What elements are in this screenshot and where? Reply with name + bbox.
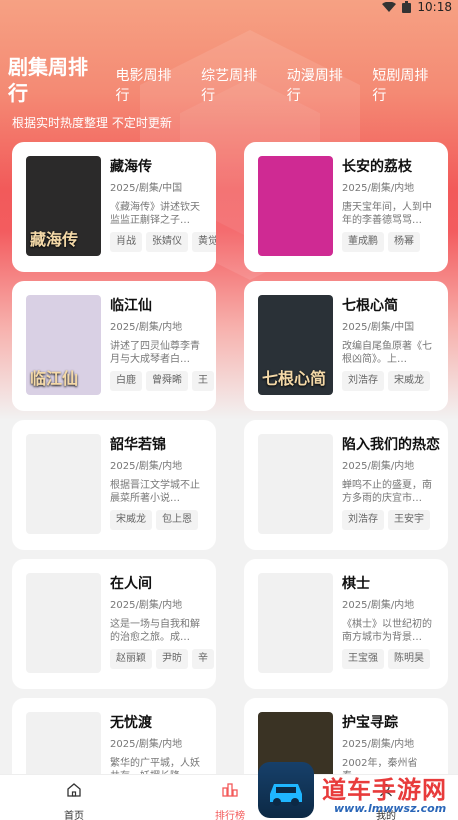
poster-title-text: 临江仙	[30, 369, 79, 388]
drama-description: 《棋士》以世纪初的南方城市为背景…	[342, 619, 432, 643]
cast-chip[interactable]: 刘浩存	[342, 510, 384, 530]
drama-meta: 2025/剧集/内地	[110, 739, 183, 750]
cast-chips: 白鹿 曾舜晞王	[110, 371, 216, 391]
drama-info: 陷入我们的热恋 2025/剧集/内地蝉鸣不止的盛夏，南方多雨的庆宜市… 刘浩存 王安宇	[342, 434, 448, 530]
cast-chip[interactable]: 王安宇	[388, 510, 430, 530]
cast-chip[interactable]: 尹昉	[156, 649, 188, 669]
drama-title: 无忧渡	[110, 715, 152, 731]
nav-item-home[interactable]: 首页	[34, 781, 114, 820]
drama-title: 七根心简	[342, 298, 398, 314]
drama-description: 根据晋江文学城不止晨菜所著小说…	[110, 480, 200, 504]
drama-poster	[258, 573, 333, 673]
cast-chip[interactable]: 宋威龙	[388, 371, 430, 391]
cast-chip[interactable]: 张婧仪	[146, 232, 188, 252]
cast-chip[interactable]: 曾舜晞	[146, 371, 188, 391]
cast-chips: 王宝强 陈明昊	[342, 649, 448, 669]
drama-meta: 2025/剧集/内地	[342, 739, 415, 750]
drama-info: 在人间 2025/剧集/内地这是一场与自我和解的治愈之旅。成… 赵丽颖 尹昉辛	[110, 573, 216, 669]
drama-description: 《藏海传》讲述钦天监监正蒯铎之子…	[110, 202, 200, 226]
cast-chips: 刘浩存 王安宇	[342, 510, 448, 530]
watermark-text: 道车手游网	[322, 776, 447, 804]
drama-meta: 2025/剧集/内地	[110, 322, 183, 333]
drama-meta: 2025/剧集/内地	[342, 461, 415, 472]
cast-chip[interactable]: 辛	[192, 649, 214, 669]
cast-chip[interactable]: 包上恩	[156, 510, 198, 530]
drama-poster	[258, 434, 333, 534]
cast-chip[interactable]: 肖战	[110, 232, 142, 252]
drama-title: 棋士	[342, 576, 370, 592]
nav-label-home: 首页	[64, 811, 84, 820]
drama-poster	[26, 573, 101, 673]
drama-description: 蝉鸣不止的盛夏，南方多雨的庆宜市…	[342, 480, 432, 504]
drama-info: 长安的荔枝 2025/剧集/内地唐天宝年间，人到中年的李善德骂骂… 董成鹏 杨幂	[342, 156, 448, 252]
drama-title: 在人间	[110, 576, 152, 592]
cast-chip[interactable]: 黄觉	[192, 232, 216, 252]
drama-meta: 2025/剧集/内地	[342, 183, 415, 194]
ranking-grid: 藏海传 藏海传 2025/剧集/中国 《藏海传》讲述钦天监监正蒯铎之子… 肖战 张婧仪 黄觉…	[0, 0, 458, 820]
cast-chips: 刘浩存 宋威龙	[342, 371, 448, 391]
drama-info: 棋士 2025/剧集/内地《棋士》以世纪初的南方城市为背景… 王宝强 陈明昊	[342, 573, 448, 669]
drama-title: 临江仙	[110, 298, 152, 314]
cast-chip[interactable]: 王	[192, 371, 214, 391]
cast-chip[interactable]: 杨幂	[388, 232, 420, 252]
drama-title: 藏海传	[110, 159, 152, 175]
drama-card[interactable]: 棋士 2025/剧集/内地《棋士》以世纪初的南方城市为背景… 王宝强 陈明昊	[244, 559, 448, 689]
drama-info: 临江仙 2025/剧集/内地讲述了四灵仙尊李青月与大成琴者白… 白鹿 曾舜晞王	[110, 295, 216, 391]
drama-meta: 2025/剧集/内地	[110, 600, 183, 611]
drama-card[interactable]: 在人间 2025/剧集/内地这是一场与自我和解的治愈之旅。成… 赵丽颖 尹昉辛	[12, 559, 216, 689]
cast-chips: 肖战 张婧仪 黄觉	[110, 232, 216, 252]
drama-card[interactable]: 临江仙 临江仙 2025/剧集/内地 讲述了四灵仙尊李青月与大成琴者白… 白鹿 曾舜晞王	[12, 281, 216, 411]
cast-chips: 董成鹏 杨幂	[342, 232, 448, 252]
drama-poster	[258, 156, 333, 256]
drama-card[interactable]: 长安的荔枝 2025/剧集/内地唐天宝年间，人到中年的李善德骂骂… 董成鹏 杨幂	[244, 142, 448, 272]
cast-chips: 宋威龙 包上恩	[110, 510, 216, 530]
drama-description: 改编自尾鱼原著《七根凶简》。上…	[342, 341, 432, 365]
drama-card[interactable]: 韶华若锦 2025/剧集/内地根据晋江文学城不止晨菜所著小说… 宋威龙 包上恩	[12, 420, 216, 550]
drama-title: 护宝寻踪	[342, 715, 398, 731]
cast-chip[interactable]: 白鹿	[110, 371, 142, 391]
cast-chip[interactable]: 宋威龙	[110, 510, 152, 530]
cast-chip[interactable]: 王宝强	[342, 649, 384, 669]
cast-chips: 赵丽颖 尹昉辛	[110, 649, 216, 669]
drama-description: 讲述了四灵仙尊李青月与大成琴者白…	[110, 341, 200, 365]
drama-description: 这是一场与自我和解的治愈之旅。成…	[110, 619, 200, 643]
drama-poster: 藏海传	[26, 156, 101, 256]
drama-meta: 2025/剧集/中国	[110, 183, 183, 194]
cast-chip[interactable]: 董成鹏	[342, 232, 384, 252]
drama-title: 韶华若锦	[110, 437, 166, 453]
drama-info: 七根心简 2025/剧集/中国改编自尾鱼原著《七根凶简》。上… 刘浩存 宋威龙	[342, 295, 448, 391]
drama-poster	[26, 434, 101, 534]
poster-title-text: 七根心简	[262, 369, 327, 388]
drama-card[interactable]: 七根心简 七根心简 2025/剧集/中国 改编自尾鱼原著《七根凶简》。上… 刘浩存 宋威龙	[244, 281, 448, 411]
drama-poster: 临江仙	[26, 295, 101, 395]
cast-chip[interactable]: 赵丽颖	[110, 649, 152, 669]
ranking-icon	[222, 783, 238, 797]
watermark-logo	[258, 762, 314, 818]
cast-chip[interactable]: 陈明昊	[388, 649, 430, 669]
home-icon	[67, 783, 81, 797]
drama-title: 陷入我们的热恋	[342, 437, 440, 453]
drama-meta: 2025/剧集/中国	[342, 322, 415, 333]
drama-poster: 七根心简	[258, 295, 333, 395]
drama-description: 唐天宝年间，人到中年的李善德骂骂…	[342, 202, 432, 226]
drama-card[interactable]: 陷入我们的热恋 2025/剧集/内地蝉鸣不止的盛夏，南方多雨的庆宜市… 刘浩存 王安宇	[244, 420, 448, 550]
drama-meta: 2025/剧集/内地	[342, 600, 415, 611]
watermark-url: www.lmwwsz.com	[334, 802, 447, 815]
cast-chip[interactable]: 刘浩存	[342, 371, 384, 391]
drama-info: 藏海传 2025/剧集/中国《藏海传》讲述钦天监监正蒯铎之子… 肖战 张婧仪 黄觉	[110, 156, 216, 252]
drama-card[interactable]: 藏海传 藏海传 2025/剧集/中国 《藏海传》讲述钦天监监正蒯铎之子… 肖战 张婧仪 黄觉	[12, 142, 216, 272]
poster-title-text: 藏海传	[30, 230, 79, 249]
drama-info: 韶华若锦 2025/剧集/内地根据晋江文学城不止晨菜所著小说… 宋威龙 包上恩	[110, 434, 216, 530]
drama-title: 长安的荔枝	[342, 159, 412, 175]
drama-meta: 2025/剧集/内地	[110, 461, 183, 472]
